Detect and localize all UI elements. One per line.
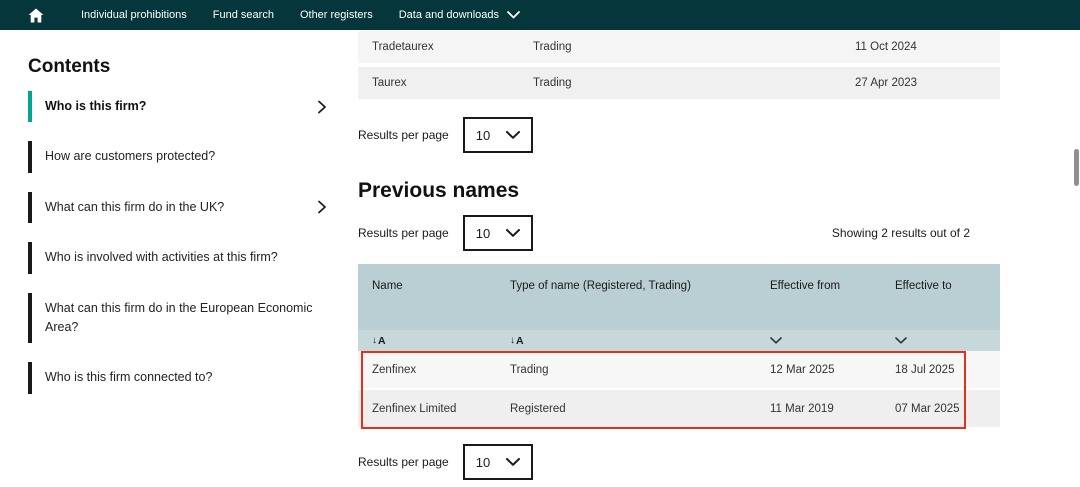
nav-item-other-registers[interactable]: Other registers	[300, 9, 373, 21]
nav-item-individual-prohibitions[interactable]: Individual prohibitions	[81, 9, 187, 21]
page: Individual prohibitions Fund search Othe…	[0, 0, 1080, 487]
results-summary: Showing 2 results out of 2	[832, 226, 970, 240]
sidebar-item-label: Who is this firm connected to?	[45, 370, 212, 384]
sort-type-button[interactable]: ↓ A	[510, 335, 770, 347]
select-value: 10	[476, 226, 490, 241]
cell-name: Taurex	[372, 77, 533, 89]
table-sort-row: ↓ A ↓ A	[358, 330, 1000, 351]
chevron-down-icon	[506, 458, 520, 466]
results-per-page-label: Results per page	[358, 455, 449, 469]
cell-name: Tradetaurex	[372, 41, 533, 53]
sidebar-item-label: What can this firm do in the UK?	[45, 200, 224, 214]
cell-type: Trading	[510, 364, 770, 376]
cell-name: Zenfinex	[372, 364, 510, 376]
table-header-row: Name Type of name (Registered, Trading) …	[358, 264, 1000, 330]
results-per-page-control: Results per page 10	[358, 215, 533, 251]
results-per-page-label: Results per page	[358, 128, 449, 142]
home-icon	[28, 8, 44, 23]
top-navigation: Individual prohibitions Fund search Othe…	[0, 0, 1080, 30]
sidebar-item-european-economic-area[interactable]: What can this firm do in the European Ec…	[28, 293, 340, 344]
results-per-page-control: Results per page 10	[358, 117, 1000, 153]
cell-type: Trading	[533, 41, 855, 53]
table-row: Zenfinex Trading 12 Mar 2025 18 Jul 2025	[358, 351, 1000, 388]
cell-effective-to: 18 Jul 2025	[895, 364, 1000, 376]
column-header-effective-to: Effective to	[895, 278, 1000, 294]
nav-item-label: Fund search	[213, 9, 274, 21]
vertical-scrollbar-thumb[interactable]	[1074, 149, 1079, 186]
chevron-down-icon	[895, 337, 907, 344]
column-header-effective-from: Effective from	[770, 278, 895, 294]
select-value: 10	[476, 128, 490, 143]
cell-date: 11 Oct 2024	[855, 41, 1000, 53]
results-per-page-select[interactable]: 10	[463, 117, 533, 153]
home-button[interactable]	[28, 8, 44, 23]
cell-effective-from: 12 Mar 2025	[770, 364, 895, 376]
sort-letter: A	[516, 335, 524, 347]
cell-effective-from: 11 Mar 2019	[770, 403, 895, 415]
results-per-page-control: Results per page 10	[358, 444, 1000, 480]
cell-date: 27 Apr 2023	[855, 77, 1000, 89]
sidebar-item-who-connected-to[interactable]: Who is this firm connected to?	[28, 362, 340, 393]
nav-item-label: Individual prohibitions	[81, 9, 187, 21]
sort-letter: A	[378, 335, 386, 347]
sidebar-item-who-is-involved[interactable]: Who is involved with activities at this …	[28, 242, 340, 273]
previous-names-heading: Previous names	[358, 179, 1000, 203]
nav-item-fund-search[interactable]: Fund search	[213, 9, 274, 21]
chevron-down-icon	[770, 337, 782, 344]
table-row: Zenfinex Limited Registered 11 Mar 2019 …	[358, 390, 1000, 427]
sidebar-item-who-is-this-firm[interactable]: Who is this firm?	[28, 91, 340, 122]
main-content: Tradetaurex Trading 11 Oct 2024 Taurex T…	[358, 31, 1000, 480]
nav-item-data-and-downloads[interactable]: Data and downloads	[399, 9, 520, 21]
previous-names-table: Name Type of name (Registered, Trading) …	[358, 264, 1000, 427]
sort-ascending-icon: ↓	[372, 335, 377, 346]
cell-name: Zenfinex Limited	[372, 403, 510, 415]
sort-name-button[interactable]: ↓ A	[372, 335, 510, 347]
results-row: Results per page 10 Showing 2 results ou…	[358, 215, 1000, 251]
chevron-right-icon	[318, 100, 326, 113]
sidebar-item-label: Who is this firm?	[45, 99, 146, 113]
sidebar-item-label: Who is involved with activities at this …	[45, 250, 278, 264]
nav-item-label: Data and downloads	[399, 9, 499, 21]
sidebar-item-label: What can this firm do in the European Ec…	[45, 301, 313, 334]
chevron-down-icon	[507, 11, 520, 19]
contents-sidebar: Contents Who is this firm? How are custo…	[28, 56, 340, 413]
sort-ascending-icon: ↓	[510, 335, 515, 346]
sidebar-item-how-are-customers-protected[interactable]: How are customers protected?	[28, 141, 340, 172]
column-header-name: Name	[372, 278, 510, 294]
results-per-page-select[interactable]: 10	[463, 215, 533, 251]
trading-names-table: Tradetaurex Trading 11 Oct 2024 Taurex T…	[358, 31, 1000, 99]
results-per-page-select[interactable]: 10	[463, 444, 533, 480]
cell-type: Trading	[533, 77, 855, 89]
sidebar-item-what-can-firm-do-uk[interactable]: What can this firm do in the UK?	[28, 192, 340, 223]
sidebar-title: Contents	[28, 56, 340, 78]
chevron-down-icon	[506, 131, 520, 139]
chevron-down-icon	[506, 229, 520, 237]
sort-effective-from-button[interactable]	[770, 337, 895, 344]
nav-item-label: Other registers	[300, 9, 373, 21]
select-value: 10	[476, 455, 490, 470]
sort-effective-to-button[interactable]	[895, 337, 1000, 344]
table-row: Taurex Trading 27 Apr 2023	[358, 67, 1000, 99]
sidebar-item-label: How are customers protected?	[45, 149, 215, 163]
chevron-right-icon	[318, 201, 326, 214]
cell-effective-to: 07 Mar 2025	[895, 403, 1000, 415]
column-header-type: Type of name (Registered, Trading)	[510, 278, 770, 294]
cell-type: Registered	[510, 403, 770, 415]
results-per-page-label: Results per page	[358, 226, 449, 240]
table-row: Tradetaurex Trading 11 Oct 2024	[358, 31, 1000, 63]
